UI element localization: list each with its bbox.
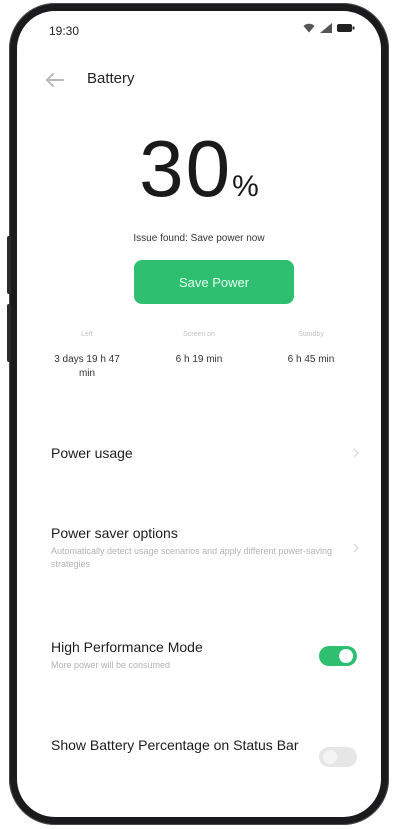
show-battery-percentage-row: Show Battery Percentage on Status Bar [51,735,361,767]
issue-found-text[interactable]: Issue found: Save power now [17,233,381,244]
power-saver-options-subtitle: Automatically detect usage scenarios and… [51,546,332,569]
status-bar: 19:30 [17,11,381,47]
back-arrow-icon[interactable] [45,73,65,87]
chevron-right-icon [353,448,359,458]
save-power-button[interactable]: Save Power [134,260,294,304]
stat-label: Screen on [183,331,215,338]
high-performance-mode-row: High Performance Mode More power will be… [51,637,361,672]
stat-value: 6 h 19 min [175,354,223,365]
stat-screen-on: Screen on 6 h 19 min [143,331,255,381]
high-performance-mode-title: High Performance Mode [51,639,203,655]
battery-status-icon [337,24,355,32]
stat-label: Left [81,331,93,338]
battery-percent-value: 30 [139,124,233,213]
header: Battery [17,65,381,95]
battery-percentage: 30% [17,129,381,209]
status-icons [303,23,355,33]
high-performance-mode-subtitle: More power will be consumed [51,660,171,670]
page-title: Battery [87,70,135,87]
stat-value: 6 h 45 min [287,354,335,365]
high-performance-mode-toggle[interactable] [319,646,357,666]
battery-percent-sign: % [232,170,259,203]
show-battery-percentage-toggle[interactable] [319,747,357,767]
volume-down-button [7,304,11,362]
status-time: 19:30 [49,24,80,38]
stat-value: 3 days 19 h 47 min [54,354,120,379]
power-saver-options-title: Power saver options [51,525,178,541]
power-usage-row[interactable]: Power usage [51,443,361,463]
phone-screen: 19:30 Battery 30% Issue found: Save powe… [17,11,381,817]
battery-stats: Left 3 days 19 h 47 min Screen on 6 h 19… [31,331,367,381]
stat-label: Standby [298,331,324,338]
toggle-knob [323,750,337,764]
wifi-icon [303,23,315,33]
chevron-right-icon [353,543,359,553]
signal-icon [320,23,332,33]
volume-up-button [7,236,11,294]
toggle-knob [339,649,353,663]
power-saver-options-row[interactable]: Power saver options Automatically detect… [51,523,361,571]
stat-standby: Standby 6 h 45 min [255,331,367,381]
stat-left: Left 3 days 19 h 47 min [31,331,143,381]
power-usage-title: Power usage [51,445,133,461]
show-battery-percentage-title: Show Battery Percentage on Status Bar [51,737,299,753]
